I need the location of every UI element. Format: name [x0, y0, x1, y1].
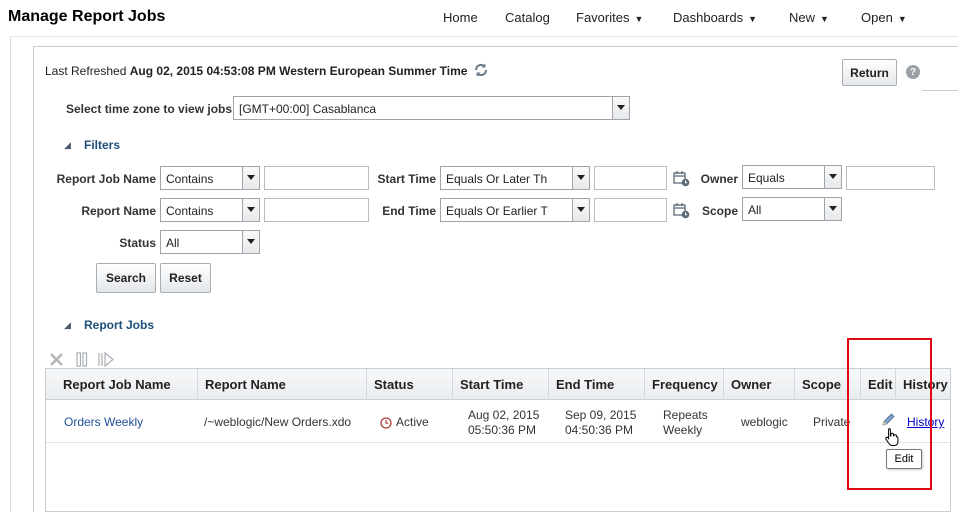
report-job-name-operator-select[interactable]: Contains [160, 166, 260, 190]
nav-dashboards-label: Dashboards [673, 10, 744, 25]
column-header-frequency[interactable]: Frequency [644, 369, 723, 400]
column-header-job-name[interactable]: Report Job Name [56, 369, 197, 400]
column-header-report-name[interactable]: Report Name [197, 369, 366, 400]
column-header-status[interactable]: Status [366, 369, 452, 400]
column-header-start-time[interactable]: Start Time [452, 369, 548, 400]
search-button[interactable]: Search [96, 263, 156, 293]
owner-operator-select[interactable]: Equals [742, 165, 842, 189]
page-title: Manage Report Jobs [8, 8, 166, 25]
end-time-input[interactable] [594, 198, 667, 222]
start-time-operator: Equals Or Later Th [446, 172, 548, 186]
row-frequency-line1: Repeats [663, 408, 708, 422]
end-time-operator: Equals Or Earlier T [446, 204, 548, 218]
nav-catalog-label: Catalog [505, 10, 550, 25]
report-name-label: Report Name [81, 204, 156, 218]
report-job-name-label: Report Job Name [56, 172, 156, 186]
row-divider [46, 442, 950, 443]
timezone-label: Select time zone to view jobs [66, 102, 233, 116]
frame-border-left [10, 36, 11, 512]
chevron-down-icon [824, 198, 841, 220]
calendar-icon[interactable] [673, 202, 690, 219]
nav-favorites[interactable]: Favorites ▼ [576, 10, 643, 25]
resume-icon[interactable] [97, 352, 115, 367]
chevron-down-icon: ▼ [748, 14, 758, 24]
column-header-owner[interactable]: Owner [723, 369, 794, 400]
row-end-date: Sep 09, 2015 [565, 408, 637, 422]
start-time-input[interactable] [594, 166, 667, 190]
chevron-down-icon [572, 199, 589, 221]
report-name-operator: Contains [166, 204, 214, 218]
row-owner: weblogic [741, 415, 788, 429]
status-select[interactable]: All [160, 230, 260, 254]
owner-operator: Equals [748, 171, 785, 185]
nav-dashboards[interactable]: Dashboards ▼ [673, 10, 757, 25]
nav-home[interactable]: Home [443, 10, 478, 25]
status-selected: All [166, 236, 180, 250]
row-start-clock: 05:50:36 PM [468, 423, 537, 437]
chevron-down-icon [572, 167, 589, 189]
chevron-down-icon [824, 166, 841, 188]
scope-label: Scope [701, 204, 738, 218]
nav-home-label: Home [443, 10, 478, 25]
return-button[interactable]: Return [842, 59, 897, 86]
row-start-date: Aug 02, 2015 [468, 408, 540, 422]
row-end-clock: 04:50:36 PM [565, 423, 634, 437]
nav-new[interactable]: New ▼ [789, 10, 829, 25]
refresh-icon[interactable] [473, 62, 489, 78]
column-header-end-time[interactable]: End Time [548, 369, 644, 400]
row-status: Active [396, 415, 429, 429]
delete-icon[interactable] [49, 352, 64, 367]
nav-open-label: Open [861, 10, 893, 25]
pause-icon[interactable] [75, 352, 89, 367]
divider [922, 90, 958, 91]
last-refreshed-value: Aug 02, 2015 04:53:08 PM Western Europea… [129, 64, 468, 78]
status-label: Status [119, 236, 156, 250]
row-scope: Private [813, 415, 851, 429]
scope-select[interactable]: All [742, 197, 842, 221]
report-job-name-operator: Contains [166, 172, 214, 186]
timezone-select[interactable]: [GMT+00:00] Casablanca [233, 96, 630, 120]
nav-favorites-label: Favorites [576, 10, 630, 25]
chevron-down-icon: ▼ [820, 14, 829, 24]
row-frequency-line2: Weekly [663, 423, 703, 437]
owner-label: Owner [700, 172, 738, 186]
collapse-triangle-icon[interactable]: ◢ [64, 320, 71, 331]
last-refreshed-label: Last Refreshed [45, 64, 127, 78]
nav-catalog[interactable]: Catalog [505, 10, 550, 25]
chevron-down-icon [612, 97, 629, 119]
report-name-input[interactable] [264, 198, 369, 222]
timezone-selected: [GMT+00:00] Casablanca [239, 102, 377, 116]
nav-new-label: New [789, 10, 816, 25]
filters-title: Filters [84, 138, 121, 152]
help-icon[interactable]: ? [906, 65, 920, 79]
clock-icon [380, 417, 392, 429]
start-time-operator-select[interactable]: Equals Or Later Th [440, 166, 590, 190]
report-jobs-title: Report Jobs [84, 318, 155, 332]
report-job-name-input[interactable] [264, 166, 369, 190]
last-refreshed: Last Refreshed Aug 02, 2015 04:53:08 PM … [45, 64, 467, 78]
owner-input[interactable] [846, 166, 935, 190]
nav-open[interactable]: Open ▼ [861, 10, 907, 25]
chevron-down-icon [242, 231, 259, 253]
end-time-label: End Time [382, 204, 436, 218]
scope-selected: All [748, 203, 762, 217]
calendar-icon[interactable] [673, 170, 690, 187]
chevron-down-icon [242, 167, 259, 189]
chevron-down-icon [242, 199, 259, 221]
highlight-annotation-box [847, 338, 932, 490]
reset-button[interactable]: Reset [160, 263, 211, 293]
frame-border-top [10, 36, 958, 37]
report-name-operator-select[interactable]: Contains [160, 198, 260, 222]
row-job-name-link[interactable]: Orders Weekly [64, 415, 143, 430]
chevron-down-icon: ▼ [897, 14, 907, 24]
start-time-label: Start Time [377, 172, 436, 186]
end-time-operator-select[interactable]: Equals Or Earlier T [440, 198, 590, 222]
chevron-down-icon: ▼ [634, 14, 644, 24]
row-report-name: /~weblogic/New Orders.xdo [204, 415, 352, 429]
collapse-triangle-icon[interactable]: ◢ [64, 140, 71, 151]
